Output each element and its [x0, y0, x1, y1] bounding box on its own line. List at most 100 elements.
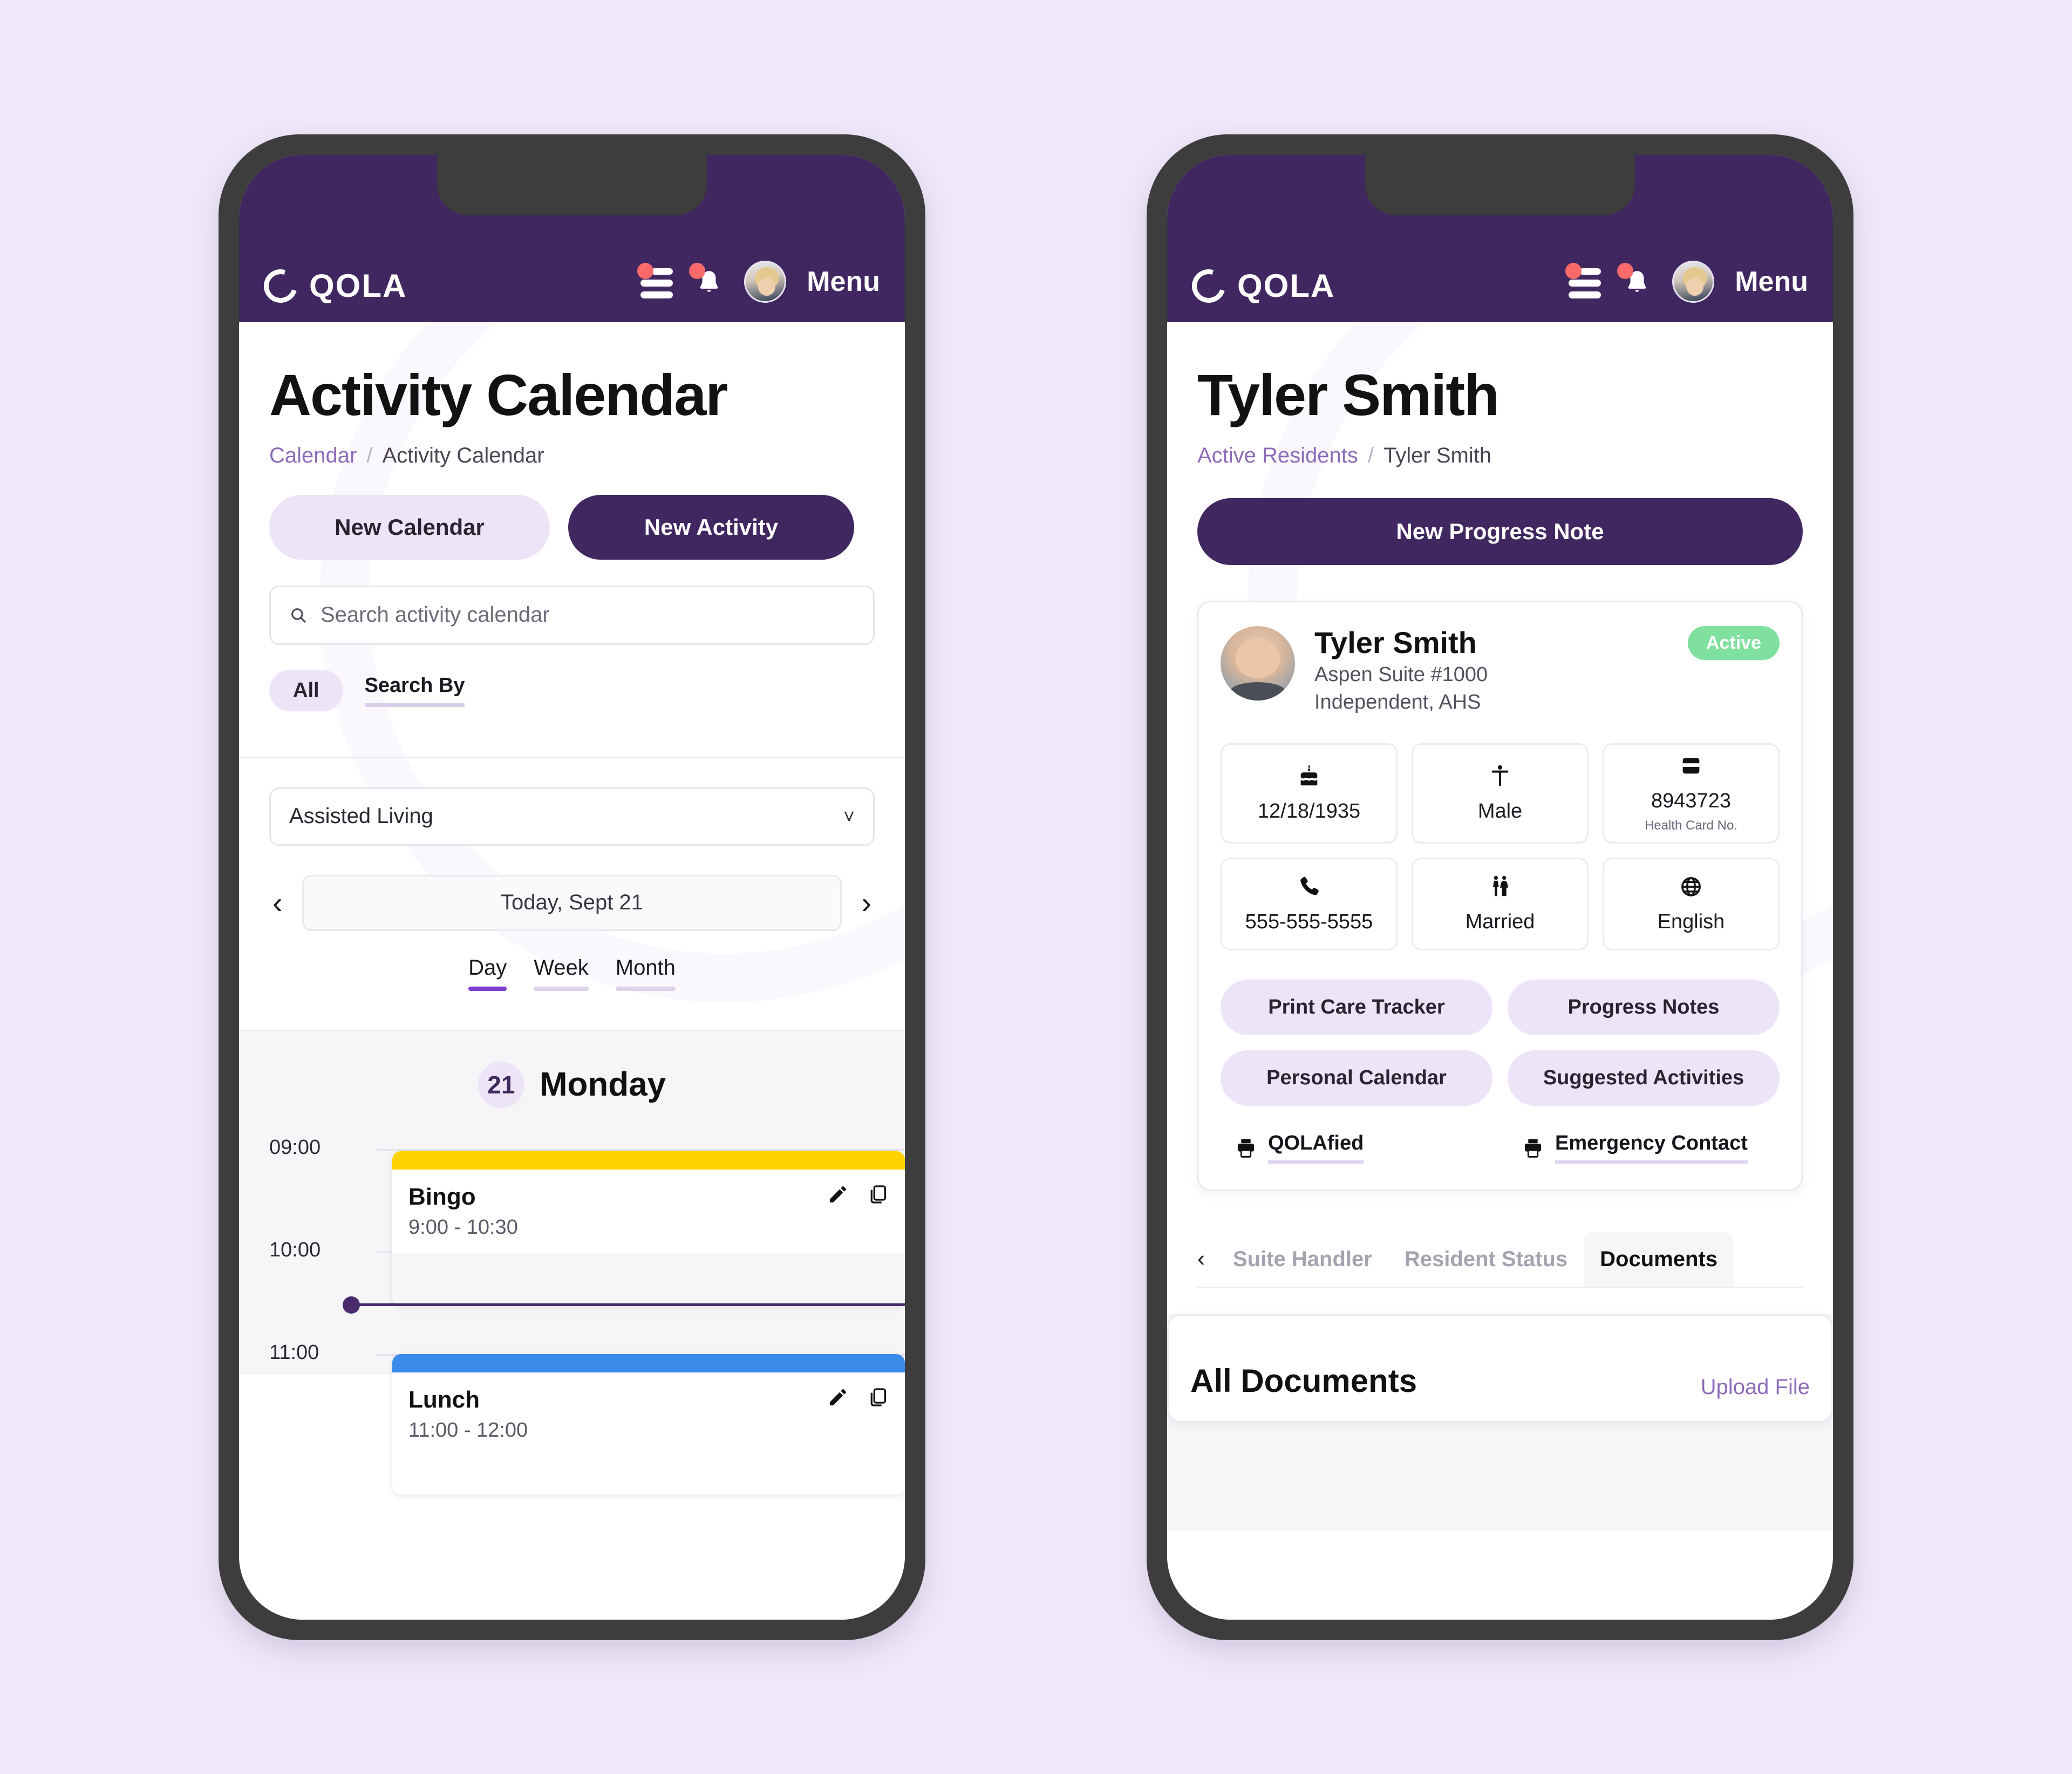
tab-month[interactable]: Month	[615, 956, 676, 997]
search-by-link[interactable]: Search By	[364, 674, 465, 707]
resident-summary-card: Tyler Smith Aspen Suite #1000 Independen…	[1197, 600, 1803, 1192]
print-care-tracker-button[interactable]: Print Care Tracker	[1221, 980, 1492, 1036]
next-day-button[interactable]: ›	[858, 887, 875, 918]
printer-icon	[1237, 1139, 1255, 1158]
new-progress-note-button[interactable]: New Progress Note	[1197, 498, 1803, 565]
content-right: Tyler Smith Active Residents / Tyler Smi…	[1167, 361, 1833, 1289]
print-link-label: QOLAfied	[1268, 1132, 1364, 1164]
tab-week[interactable]: Week	[534, 956, 589, 997]
bell-badge-dot-icon	[1617, 262, 1634, 279]
menu-button[interactable]: Menu	[1735, 266, 1808, 298]
prev-day-button[interactable]: ‹	[269, 887, 286, 918]
event-body: Bingo 9:00 - 10:30	[392, 1169, 905, 1253]
birthday-cake-icon	[1297, 764, 1321, 792]
breadcrumb: Calendar / Activity Calendar	[269, 444, 875, 468]
header-actions-right: Menu	[1565, 260, 1808, 303]
resident-tabs: ‹ Suite Handler Resident Status Document…	[1197, 1232, 1803, 1289]
upload-file-link[interactable]: Upload File	[1701, 1375, 1810, 1399]
notification-bell-icon[interactable]	[1617, 262, 1654, 298]
info-tile-phone: 555-555-5555	[1221, 858, 1398, 951]
tasks-badge-dot-icon	[1565, 262, 1582, 279]
printer-icon	[1524, 1139, 1542, 1158]
health-card-icon	[1679, 753, 1703, 782]
info-tile-value: Married	[1465, 910, 1535, 934]
time-label: 09:00	[269, 1136, 321, 1159]
brand-left[interactable]: QOLA	[258, 263, 407, 309]
event-card-lunch[interactable]: Lunch 11:00 - 12:00	[392, 1354, 905, 1494]
copy-duplicate-icon[interactable]	[867, 1184, 889, 1205]
info-tile-marital-status: Married	[1412, 858, 1589, 951]
chevron-down-icon: ˅	[843, 805, 855, 827]
tab-suite-handler[interactable]: Suite Handler	[1217, 1232, 1388, 1287]
user-avatar[interactable]	[1672, 260, 1715, 303]
married-couple-icon	[1488, 874, 1512, 903]
time-label: 10:00	[269, 1238, 321, 1261]
tab-day-underline	[468, 986, 507, 991]
tab-week-label: Week	[534, 955, 589, 980]
event-color-bar	[392, 1354, 905, 1372]
tab-day[interactable]: Day	[468, 956, 507, 997]
tasks-list-icon[interactable]	[1565, 262, 1602, 298]
phone-icon	[1297, 874, 1321, 903]
qola-logo-icon	[258, 263, 303, 309]
page-right: Tyler Smith Active Residents / Tyler Smi…	[1167, 322, 1833, 1620]
resident-identity: Tyler Smith Aspen Suite #1000 Independen…	[1314, 626, 1488, 715]
menu-button[interactable]: Menu	[807, 266, 880, 298]
tasks-badge-dot-icon	[637, 262, 654, 279]
info-tile-value: 555-555-5555	[1245, 910, 1373, 934]
unit-select[interactable]: Assisted Living ˅	[269, 787, 875, 846]
search-input[interactable]	[321, 603, 855, 627]
status-badge: Active	[1687, 626, 1780, 660]
info-tile-value: 12/18/1935	[1257, 800, 1361, 823]
unit-select-value: Assisted Living	[289, 804, 433, 828]
print-qolafied-link[interactable]: QOLAfied	[1221, 1132, 1492, 1164]
event-card-bingo[interactable]: Bingo 9:00 - 10:30	[392, 1151, 905, 1306]
bell-badge-dot-icon	[689, 262, 706, 279]
brand-name-right: QOLA	[1237, 267, 1335, 304]
filter-row: All Search By	[269, 669, 875, 711]
breadcrumb-parent[interactable]: Active Residents	[1197, 444, 1358, 468]
qola-logo-icon	[1186, 263, 1231, 309]
brand-right[interactable]: QOLA	[1186, 263, 1335, 309]
info-tile-gender: Male	[1412, 743, 1589, 844]
breadcrumb-parent[interactable]: Calendar	[269, 444, 357, 468]
user-avatar[interactable]	[744, 260, 787, 303]
globe-language-icon	[1679, 874, 1703, 903]
section-divider	[239, 756, 905, 758]
breadcrumb-current: Tyler Smith	[1383, 443, 1492, 467]
tab-resident-status[interactable]: Resident Status	[1388, 1232, 1584, 1287]
notification-bell-icon[interactable]	[689, 262, 726, 298]
phone-notch-right	[1365, 154, 1635, 215]
info-tile-value: Male	[1477, 800, 1523, 823]
new-activity-button[interactable]: New Activity	[568, 494, 854, 560]
progress-notes-button[interactable]: Progress Notes	[1508, 980, 1780, 1036]
content-left: Activity Calendar Calendar / Activity Ca…	[239, 361, 905, 997]
header-actions-left: Menu	[637, 260, 880, 303]
pencil-edit-icon[interactable]	[827, 1184, 849, 1205]
resident-care-level: Independent, AHS	[1314, 691, 1481, 714]
suggested-activities-button[interactable]: Suggested Activities	[1508, 1050, 1780, 1106]
print-emergency-contact-link[interactable]: Emergency Contact	[1508, 1132, 1780, 1164]
tab-documents[interactable]: Documents	[1584, 1232, 1734, 1287]
event-body: Lunch 11:00 - 12:00	[392, 1372, 905, 1456]
new-calendar-button[interactable]: New Calendar	[269, 494, 550, 560]
copy-duplicate-icon[interactable]	[867, 1386, 889, 1408]
phone-left-activity-calendar: QOLA Menu Activity Calendar Calendar / A…	[219, 134, 925, 1640]
tabs-prev-chevron-icon[interactable]: ‹	[1197, 1246, 1217, 1287]
day-calendar: 21 Monday 09:00 10:00 11:00 Bingo 9:00 -…	[239, 1029, 905, 1456]
day-header: 21 Monday	[269, 1031, 875, 1108]
pencil-edit-icon[interactable]	[827, 1386, 849, 1408]
tasks-list-icon[interactable]	[637, 262, 674, 298]
resident-action-chips: Print Care Tracker Progress Notes Person…	[1221, 980, 1780, 1106]
screen-right: QOLA Menu Tyler Smith Active Residents /…	[1167, 154, 1833, 1620]
page-left: Activity Calendar Calendar / Activity Ca…	[239, 322, 905, 1620]
search-bar[interactable]	[269, 585, 875, 645]
phone-notch-left	[437, 154, 707, 215]
personal-calendar-button[interactable]: Personal Calendar	[1221, 1050, 1492, 1106]
current-date-button[interactable]: Today, Sept 21	[302, 874, 842, 931]
filter-chip-all[interactable]: All	[269, 669, 343, 711]
time-label: 11:00	[269, 1341, 319, 1364]
event-time: 9:00 - 10:30	[408, 1215, 518, 1239]
breadcrumb-current: Activity Calendar	[382, 443, 544, 467]
date-navigator: ‹ Today, Sept 21 ›	[269, 874, 875, 931]
